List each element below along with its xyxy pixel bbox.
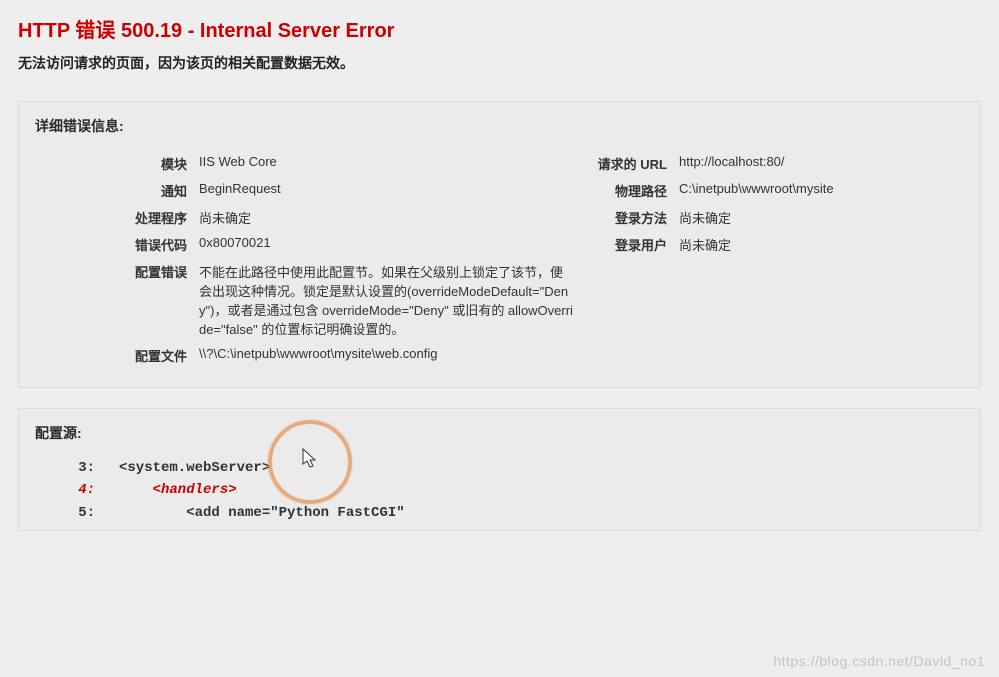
row-cfgfile: 配置文件 \\?\C:\inetpub\wwwroot\mysite\web.c… xyxy=(35,342,575,369)
details-heading: 详细错误信息: xyxy=(35,116,964,136)
module-label: 模块 xyxy=(35,150,197,177)
row-loguser: 登录用户 尚未确定 xyxy=(575,231,964,258)
physpath-value: C:\inetpub\wwwroot\mysite xyxy=(677,177,964,204)
requrl-value: http://localhost:80/ xyxy=(677,150,964,177)
cfgerr-value: 不能在此路径中使用此配置节。如果在父级别上锁定了该节，便会出现这种情况。锁定是默… xyxy=(197,258,575,342)
notification-label: 通知 xyxy=(35,177,197,204)
page-subtitle: 无法访问请求的页面，因为该页的相关配置数据无效。 xyxy=(18,53,981,73)
logon-label: 登录方法 xyxy=(575,204,677,231)
watermark-text: https://blog.csdn.net/David_no1 xyxy=(773,653,985,669)
row-physpath: 物理路径 C:\inetpub\wwwroot\mysite xyxy=(575,177,964,204)
row-cfgerr: 配置错误 不能在此路径中使用此配置节。如果在父级别上锁定了该节，便会出现这种情况… xyxy=(35,258,575,342)
config-source-heading: 配置源: xyxy=(35,423,964,443)
config-source-code: 3:<system.webServer>4: <handlers>5: <add… xyxy=(35,457,964,524)
module-value: IIS Web Core xyxy=(197,150,575,177)
details-panel: 详细错误信息: 模块 IIS Web Core 通知 BeginRequest … xyxy=(18,101,981,388)
loguser-value: 尚未确定 xyxy=(677,231,964,258)
errcode-value: 0x80070021 xyxy=(197,231,575,258)
logon-value: 尚未确定 xyxy=(677,204,964,231)
cfgerr-label: 配置错误 xyxy=(35,258,197,342)
row-requrl: 请求的 URL http://localhost:80/ xyxy=(575,150,964,177)
row-errcode: 错误代码 0x80070021 xyxy=(35,231,575,258)
cfgfile-label: 配置文件 xyxy=(35,342,197,369)
code-line: 5: <add name="Python FastCGI" xyxy=(35,502,964,524)
errcode-label: 错误代码 xyxy=(35,231,197,258)
code-text: <handlers> xyxy=(119,479,237,501)
cfgfile-value: \\?\C:\inetpub\wwwroot\mysite\web.config xyxy=(197,342,575,369)
config-source-panel: 配置源: 3:<system.webServer>4: <handlers>5:… xyxy=(18,408,981,531)
page-title: HTTP 错误 500.19 - Internal Server Error xyxy=(18,14,981,43)
line-number: 4: xyxy=(35,479,119,501)
row-module: 模块 IIS Web Core xyxy=(35,150,575,177)
code-line: 4: <handlers> xyxy=(35,479,964,501)
row-notification: 通知 BeginRequest xyxy=(35,177,575,204)
details-left-table: 模块 IIS Web Core 通知 BeginRequest 处理程序 尚未确… xyxy=(35,150,575,369)
code-line: 3:<system.webServer> xyxy=(35,457,964,479)
code-text: <system.webServer> xyxy=(119,457,270,479)
notification-value: BeginRequest xyxy=(197,177,575,204)
details-right-table: 请求的 URL http://localhost:80/ 物理路径 C:\ine… xyxy=(575,150,964,258)
row-handler: 处理程序 尚未确定 xyxy=(35,204,575,231)
handler-value: 尚未确定 xyxy=(197,204,575,231)
requrl-label: 请求的 URL xyxy=(575,150,677,177)
row-logon: 登录方法 尚未确定 xyxy=(575,204,964,231)
line-number: 5: xyxy=(35,502,119,524)
handler-label: 处理程序 xyxy=(35,204,197,231)
line-number: 3: xyxy=(35,457,119,479)
loguser-label: 登录用户 xyxy=(575,231,677,258)
code-text: <add name="Python FastCGI" xyxy=(119,502,405,524)
physpath-label: 物理路径 xyxy=(575,177,677,204)
